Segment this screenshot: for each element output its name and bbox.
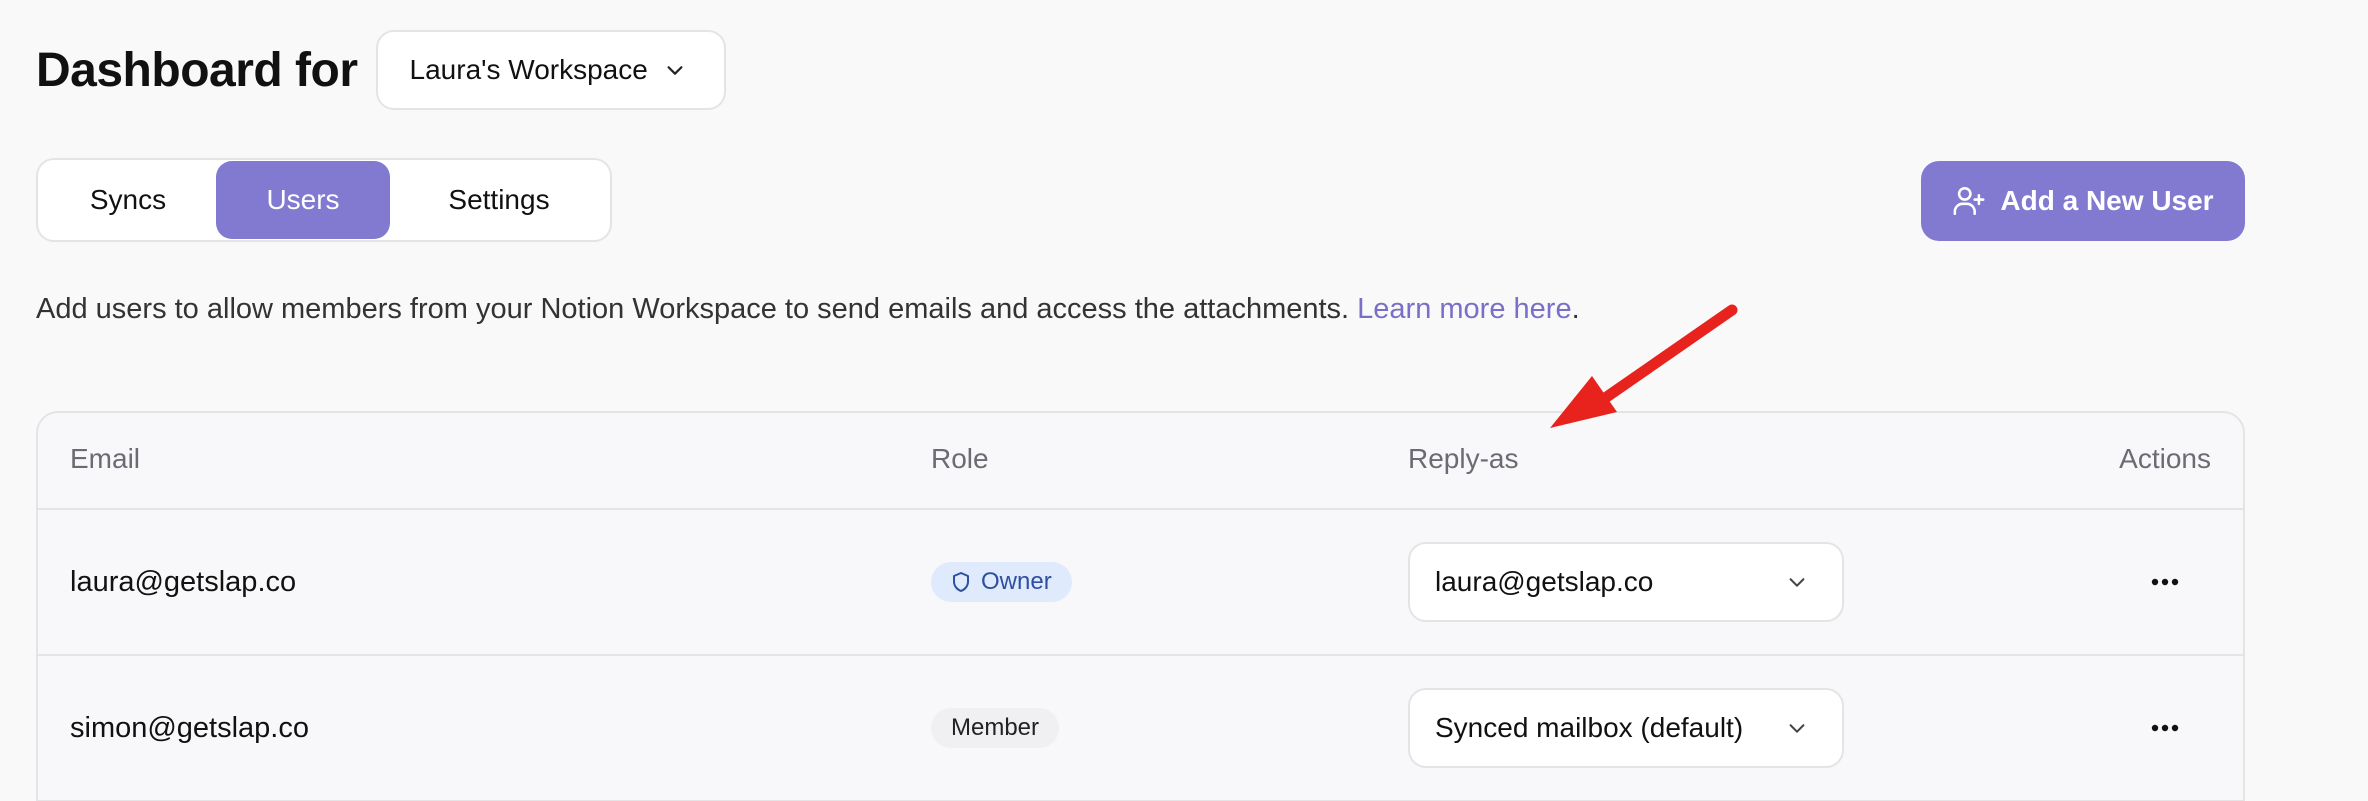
add-new-user-button[interactable]: Add a New User (1921, 161, 2245, 241)
description-text: Add users to allow members from your Not… (36, 293, 1358, 325)
page-title: Dashboard for (36, 43, 358, 97)
table-header: Email Role Reply-as Actions (38, 413, 2243, 510)
column-header-role: Role (931, 443, 989, 474)
row-actions-button[interactable] (2135, 708, 2195, 748)
chevron-down-icon (1789, 578, 1805, 587)
tab-bar: Syncs Users Settings (36, 158, 612, 242)
reply-as-dropdown[interactable]: Synced mailbox (default) (1408, 688, 1844, 768)
reply-as-cell: Synced mailbox (default) (1408, 656, 1844, 800)
role-cell: Owner (931, 510, 1072, 654)
shield-icon (953, 572, 969, 592)
table-row: simon@getslap.co Member Synced mailbox (… (38, 656, 2243, 801)
role-badge-label: Owner (981, 568, 1052, 595)
table-row: laura@getslap.co Owner laura@getslap.co (38, 510, 2243, 656)
user-plus-icon (1953, 186, 1985, 216)
add-new-user-label: Add a New User (2000, 185, 2214, 216)
tab-syncs[interactable]: Syncs (40, 161, 216, 239)
users-dashboard-page: Dashboard for Laura's Workspace Syncs Us… (0, 0, 2368, 801)
workspace-selector[interactable]: Laura's Workspace (375, 30, 726, 110)
column-header-actions: Actions (2119, 443, 2211, 474)
reply-as-cell: laura@getslap.co (1408, 510, 1844, 654)
workspace-selector-value: Laura's Workspace (409, 54, 648, 85)
actions-cell (2135, 656, 2195, 800)
chevron-down-icon (667, 66, 683, 75)
actions-cell (2135, 510, 2195, 654)
role-cell: Member (931, 656, 1060, 800)
reply-as-value: laura@getslap.co (1435, 566, 1654, 597)
reply-as-value: Synced mailbox (default) (1435, 712, 1744, 743)
page-description: Add users to allow members from your Not… (36, 293, 1580, 326)
user-email: laura@getslap.co (70, 565, 297, 598)
more-horizontal-icon (2151, 724, 2179, 732)
row-actions-button[interactable] (2135, 562, 2195, 602)
reply-as-dropdown[interactable]: laura@getslap.co (1408, 542, 1844, 622)
role-badge-owner: Owner (931, 562, 1072, 602)
column-header-reply-as: Reply-as (1408, 443, 1519, 474)
users-table: Email Role Reply-as Actions laura@getsla… (36, 411, 2245, 801)
more-horizontal-icon (2151, 578, 2179, 586)
column-header-email: Email (70, 443, 141, 474)
tab-settings[interactable]: Settings (390, 161, 608, 239)
chevron-down-icon (1789, 724, 1805, 733)
annotation-arrow-icon (1550, 304, 1738, 428)
user-email: simon@getslap.co (70, 711, 309, 744)
role-badge-member: Member (931, 708, 1060, 748)
tab-users[interactable]: Users (216, 161, 390, 239)
page-header: Dashboard for Laura's Workspace (36, 30, 726, 110)
